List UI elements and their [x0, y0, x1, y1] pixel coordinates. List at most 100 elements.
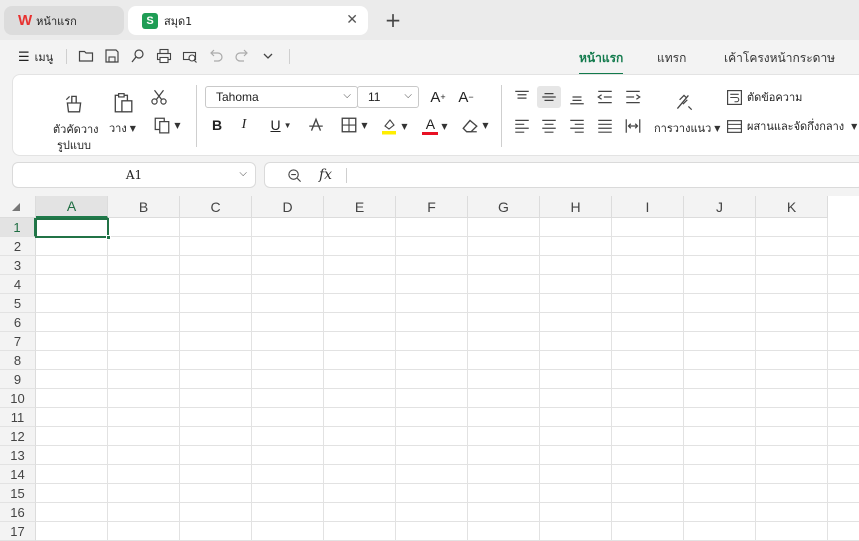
fill-color-button[interactable]: ▼	[376, 115, 412, 137]
row-header-13[interactable]: 13	[0, 446, 36, 465]
grow-font-button[interactable]: A +	[427, 87, 449, 107]
merge-center-button[interactable]: ผสานและจัดกึ่งกลาง ▼	[726, 117, 857, 135]
column-header-k[interactable]: K	[756, 196, 828, 218]
align-right-icon[interactable]	[566, 115, 588, 137]
column-header-d[interactable]: D	[252, 196, 324, 218]
orientation-label: การวางแนว	[654, 122, 712, 135]
row-header-10[interactable]: 10	[0, 389, 36, 408]
grow-font-icon: A	[430, 88, 441, 106]
row-header-12[interactable]: 12	[0, 427, 36, 446]
new-tab-icon[interactable]: +	[383, 8, 403, 32]
ribbon-tab-insert[interactable]: แทรก	[657, 49, 686, 68]
column-header-e[interactable]: E	[324, 196, 396, 218]
align-center-icon[interactable]	[538, 115, 560, 137]
italic-button[interactable]: I	[234, 115, 254, 135]
underline-icon: U	[270, 117, 281, 133]
bold-button[interactable]: B	[207, 115, 227, 135]
shrink-font-button[interactable]: A −	[455, 87, 477, 107]
customize-chevron-down-icon[interactable]	[258, 46, 278, 66]
column-header-h[interactable]: H	[540, 196, 612, 218]
font-name-combo[interactable]: Tahoma ⌵	[205, 86, 358, 108]
chevron-down-icon[interactable]: ⌵	[239, 168, 247, 179]
insert-function-icon[interactable]: fx	[319, 167, 332, 183]
orientation-dropdown[interactable]: การวางแนว ▼	[654, 119, 720, 137]
column-header-i[interactable]: I	[612, 196, 684, 218]
menu-button[interactable]: ☰ เมนู	[18, 48, 53, 66]
selected-cell-a1[interactable]	[35, 218, 111, 240]
decrease-indent-icon[interactable]	[594, 86, 616, 108]
increase-indent-icon[interactable]	[622, 86, 644, 108]
row-header-4[interactable]: 4	[0, 275, 36, 294]
row-header-7[interactable]: 7	[0, 332, 36, 351]
zoom-out-icon[interactable]	[287, 168, 302, 186]
ribbon-panel: ตัวคัดวาง รูปแบบ วาง ▼ ▼ Tahoma ⌵ 11 ⌵ A…	[12, 74, 859, 156]
align-top-icon[interactable]	[511, 86, 533, 108]
paste-dropdown[interactable]: วาง ▼	[109, 119, 136, 137]
font-color-button[interactable]: A ▼	[417, 115, 453, 137]
close-tab-icon[interactable]: ✕	[346, 12, 358, 28]
row-header-1[interactable]: 1	[0, 218, 36, 237]
orientation-icon[interactable]	[671, 89, 697, 115]
row-header-14[interactable]: 14	[0, 465, 36, 484]
chevron-down-icon[interactable]: ⌵	[404, 90, 412, 101]
align-left-icon[interactable]	[511, 115, 533, 137]
column-header-g[interactable]: G	[468, 196, 540, 218]
formula-input[interactable]	[353, 165, 857, 185]
row-header-3[interactable]: 3	[0, 256, 36, 275]
row-header-15[interactable]: 15	[0, 484, 36, 503]
format-painter-label-line2[interactable]: รูปแบบ	[57, 136, 91, 154]
column-header-a[interactable]: A	[36, 196, 108, 218]
align-bottom-icon[interactable]	[566, 86, 588, 108]
column-header-b[interactable]: B	[108, 196, 180, 218]
row-header-2[interactable]: 2	[0, 237, 36, 256]
gridline-vertical	[539, 218, 540, 541]
column-header-j[interactable]: J	[684, 196, 756, 218]
cut-icon[interactable]	[149, 87, 169, 107]
tab-home[interactable]: W หน้าแรก	[4, 6, 124, 35]
redo-icon[interactable]	[232, 46, 252, 66]
font-size-value: 11	[368, 90, 381, 104]
gridline-horizontal	[36, 464, 859, 465]
tab-workbook-label: สมุด1	[164, 14, 193, 28]
wrap-text-button[interactable]: ตัดข้อความ	[726, 88, 802, 106]
copy-button[interactable]: ▼	[150, 115, 184, 135]
column-header-f[interactable]: F	[396, 196, 468, 218]
chevron-down-icon[interactable]: ⌵	[343, 90, 351, 101]
select-all-icon	[12, 203, 20, 211]
gridline-vertical	[467, 218, 468, 541]
borders-button[interactable]: ▼	[336, 115, 372, 135]
row-header-17[interactable]: 17	[0, 522, 36, 541]
name-box[interactable]: A1 ⌵	[12, 162, 256, 188]
chevron-down-icon: ▼	[174, 120, 181, 130]
row-header-11[interactable]: 11	[0, 408, 36, 427]
strikethrough-icon[interactable]	[306, 115, 326, 135]
justify-icon[interactable]	[594, 115, 616, 137]
undo-icon[interactable]	[206, 46, 226, 66]
row-header-6[interactable]: 6	[0, 313, 36, 332]
underline-button[interactable]: U ▼	[264, 115, 298, 135]
distributed-align-icon[interactable]	[622, 115, 644, 137]
row-header-8[interactable]: 8	[0, 351, 36, 370]
paste-icon[interactable]	[111, 91, 135, 115]
ribbon-tab-home[interactable]: หน้าแรก	[579, 49, 624, 75]
tab-workbook[interactable]: S สมุด1 ✕	[128, 6, 368, 35]
font-size-combo[interactable]: 11 ⌵	[357, 86, 419, 108]
format-painter-icon[interactable]	[62, 91, 86, 115]
save-icon[interactable]	[102, 46, 122, 66]
gridline-horizontal	[36, 274, 859, 275]
row-header-16[interactable]: 16	[0, 503, 36, 522]
row-header-5[interactable]: 5	[0, 294, 36, 313]
ribbon-tab-page-layout[interactable]: เค้าโครงหน้ากระดาษ	[724, 49, 835, 68]
select-all-corner[interactable]	[0, 196, 36, 218]
print-icon[interactable]	[154, 46, 174, 66]
row-header-9[interactable]: 9	[0, 370, 36, 389]
column-header-c[interactable]: C	[180, 196, 252, 218]
open-folder-icon[interactable]	[76, 46, 96, 66]
fill-handle[interactable]	[106, 235, 111, 240]
italic-icon: I	[241, 117, 247, 132]
align-middle-icon[interactable]	[537, 86, 561, 108]
clear-format-button[interactable]: ▼	[457, 115, 493, 135]
format-painter-small-icon[interactable]	[128, 46, 148, 66]
spreadsheet-grid[interactable]: A B C D E F G H I J K 1 2 3 4 5 6 7 8 9 10 11 12 13 14 15 16 17	[0, 196, 859, 541]
print-preview-icon[interactable]	[180, 46, 200, 66]
